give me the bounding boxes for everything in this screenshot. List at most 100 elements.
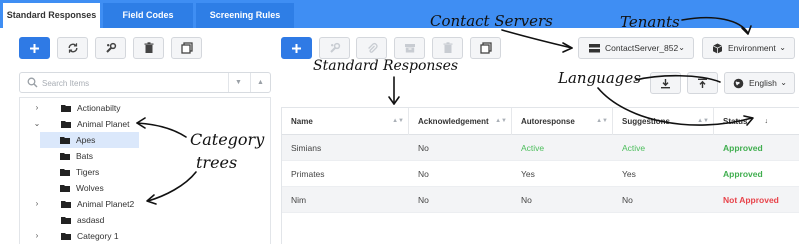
tools-button[interactable] <box>95 37 126 59</box>
tree-node-label: Actionabilty <box>77 103 121 113</box>
arrow-contact-servers <box>501 29 573 49</box>
sort-icon: ▲▼ <box>495 118 507 124</box>
status-badge: Not Approved <box>723 195 779 205</box>
cell-suggestions: No <box>622 195 633 205</box>
tree-node-label: Wolves <box>76 183 104 193</box>
search-input[interactable] <box>42 76 222 90</box>
server-icon <box>589 44 600 53</box>
chevron-right-icon[interactable]: › <box>32 196 42 212</box>
contact-server-label: ContactServer_852 <box>605 43 679 53</box>
download-button[interactable] <box>650 72 681 94</box>
sort-desc-icon: ↓ <box>764 118 769 125</box>
plus-icon <box>30 43 39 53</box>
cell-autoresponse: Active <box>521 143 545 153</box>
language-label: English <box>749 78 777 88</box>
status-badge: Approved <box>723 143 763 153</box>
delete-button[interactable] <box>133 37 164 59</box>
contact-server-dropdown[interactable]: ContactServer_852 ⌄ <box>578 37 694 59</box>
tenant-dropdown[interactable]: Environment ⌄ <box>702 37 795 59</box>
upload-icon <box>698 78 707 88</box>
copy-button[interactable] <box>470 37 501 59</box>
table-row[interactable]: Nim No No No Not Approved <box>282 187 799 213</box>
chevron-down-icon[interactable]: ⌄ <box>32 116 42 132</box>
callout-standard-responses: Standard Responses <box>313 58 459 74</box>
tree-node[interactable]: Wolves <box>20 180 270 196</box>
tree-node-label: Bats <box>76 151 94 161</box>
cell-autoresponse: Yes <box>521 169 535 179</box>
folder-icon <box>61 217 71 224</box>
download-icon <box>661 78 670 88</box>
chevron-right-icon[interactable]: › <box>32 228 42 244</box>
cell-suggestions: Yes <box>622 169 636 179</box>
tree-node-label: Category 1 <box>77 231 119 241</box>
search-icon <box>27 77 38 88</box>
refresh-button[interactable] <box>57 37 88 59</box>
delete-button[interactable] <box>432 37 463 59</box>
cell-acknowledgement: No <box>418 169 429 179</box>
column-header[interactable]: Acknowledgement ▲▼ <box>409 108 512 135</box>
callout-category: Category <box>190 130 265 149</box>
tree-node[interactable]: › Animal Planet2 <box>20 196 270 212</box>
language-dropdown[interactable]: English ⌄ <box>724 72 795 94</box>
tree-node-label: Animal Planet <box>77 119 130 129</box>
chevron-down-icon: ⌄ <box>779 43 786 52</box>
trash-icon <box>144 42 153 53</box>
column-header[interactable]: Suggestions ▲▼ <box>613 108 714 135</box>
cell-autoresponse: No <box>521 195 532 205</box>
tree-node-label: Tigers <box>76 167 100 177</box>
chevron-down-icon[interactable]: ▼ <box>228 73 248 92</box>
globe-icon <box>733 78 744 89</box>
folder-icon <box>60 185 70 192</box>
plus-icon <box>292 43 301 53</box>
folder-icon <box>61 233 71 240</box>
add-category-button[interactable] <box>19 37 50 59</box>
cube-icon <box>712 43 723 54</box>
cell-suggestions: Active <box>622 143 646 153</box>
callout-tenants: Tenants <box>620 13 680 31</box>
folder-open-icon <box>61 121 71 128</box>
tab-standard-responses[interactable]: Standard Responses <box>3 3 100 28</box>
tree-node[interactable]: › Actionabilty <box>20 100 270 116</box>
tree-node-label: Apes <box>76 135 96 145</box>
tree-node[interactable]: asdasd <box>20 212 270 228</box>
table-row[interactable]: Simians No Active Active Approved <box>282 135 799 161</box>
sort-icon: ▲▼ <box>697 118 709 124</box>
upload-button[interactable] <box>687 72 718 94</box>
status-badge: Approved <box>723 169 763 179</box>
chevron-up-icon[interactable]: ▲ <box>250 73 270 92</box>
tree-node-label: asdasd <box>77 215 105 225</box>
tab-screening-rules[interactable]: Screening Rules <box>196 3 294 28</box>
table-row[interactable]: Primates No Yes Yes Approved <box>282 161 799 187</box>
table-header: Name ▲▼ Acknowledgement ▲▼ Autoresponse ▲▼ … <box>282 108 799 135</box>
archive-icon <box>404 44 415 53</box>
callout-languages: Languages <box>558 69 641 87</box>
paperclip-icon <box>367 43 378 53</box>
column-header[interactable]: Status ↓ <box>714 108 772 135</box>
copy-icon <box>479 42 492 54</box>
archive-button[interactable] <box>394 37 425 59</box>
tree-node-label: Animal Planet2 <box>77 199 135 209</box>
attachment-button[interactable] <box>356 37 387 59</box>
copy-button[interactable] <box>171 37 202 59</box>
sort-icon: ▲▼ <box>596 118 608 124</box>
chevron-down-icon: ⌄ <box>678 43 685 52</box>
folder-icon <box>60 153 70 160</box>
tree-node[interactable]: › Category 1 <box>20 228 270 244</box>
folder-icon <box>61 105 71 112</box>
folder-icon <box>61 201 71 208</box>
folder-icon <box>60 137 70 144</box>
tools-icon <box>105 42 116 53</box>
add-response-button[interactable] <box>281 37 312 59</box>
cell-acknowledgement: No <box>418 195 429 205</box>
chevron-right-icon[interactable]: › <box>32 100 42 116</box>
refresh-icon <box>68 43 77 53</box>
folder-icon <box>60 169 70 176</box>
cell-name: Primates <box>291 169 325 179</box>
column-header[interactable]: Autoresponse ▲▼ <box>512 108 613 135</box>
tools-button[interactable] <box>319 37 350 59</box>
cell-name: Simians <box>291 143 322 153</box>
cell-acknowledgement: No <box>418 143 429 153</box>
trash-icon <box>443 42 452 53</box>
column-header[interactable]: Name ▲▼ <box>282 108 409 135</box>
tab-field-codes[interactable]: Field Codes <box>103 3 193 28</box>
